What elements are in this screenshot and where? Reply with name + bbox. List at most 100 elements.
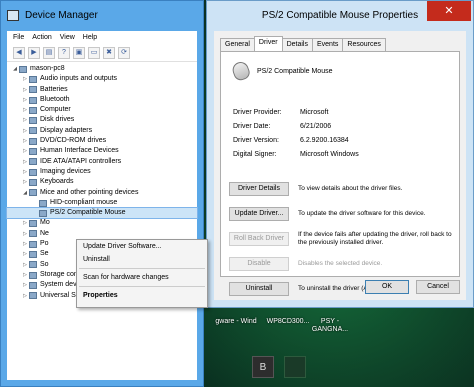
- tree-category[interactable]: ▷ DVD/CD-ROM drives: [7, 136, 197, 146]
- tree-label: mason-pc8: [30, 65, 65, 72]
- tree-category[interactable]: ▷ Mo: [7, 218, 197, 228]
- expand-arrow-icon[interactable]: ▷: [21, 85, 29, 95]
- menu-item-uninstall[interactable]: Uninstall: [77, 253, 207, 266]
- tree-category[interactable]: ▷ Audio inputs and outputs: [7, 74, 197, 84]
- expand-arrow-icon[interactable]: ▷: [21, 270, 29, 280]
- tree-category[interactable]: ▷ IDE ATA/ATAPI controllers: [7, 157, 197, 167]
- expand-arrow-icon[interactable]: ▷: [21, 126, 29, 136]
- menu-help[interactable]: Help: [83, 31, 97, 44]
- update-driver-icon[interactable]: ▣: [73, 47, 85, 59]
- expand-arrow-icon[interactable]: ▷: [21, 167, 29, 177]
- update-driver-button[interactable]: Update Driver...: [229, 206, 289, 221]
- expand-arrow-icon[interactable]: ▷: [21, 146, 29, 156]
- expand-arrow-icon[interactable]: ▷: [21, 260, 29, 270]
- expand-arrow-icon[interactable]: ▷: [21, 280, 29, 290]
- info-key: Driver Date:: [233, 123, 271, 130]
- expand-arrow-icon[interactable]: ▷: [21, 177, 29, 187]
- cancel-button[interactable]: Cancel: [416, 280, 460, 294]
- expand-arrow-icon[interactable]: ▷: [21, 105, 29, 115]
- expand-arrow-icon[interactable]: ▷: [21, 291, 29, 301]
- desktop-icon-label: WP8CD300...: [266, 318, 310, 325]
- desktop-icon[interactable]: WP8CD300...: [266, 318, 310, 326]
- uninstall-button[interactable]: Uninstall: [229, 281, 289, 296]
- device-category-icon: [29, 137, 37, 145]
- tree-category[interactable]: ▷ Bluetooth: [7, 95, 197, 105]
- tab-events[interactable]: Events: [311, 38, 344, 51]
- menu-action[interactable]: Action: [32, 31, 51, 44]
- expand-arrow-icon[interactable]: ▷: [21, 157, 29, 167]
- collapse-arrow-icon[interactable]: ◢: [21, 188, 29, 198]
- monitor-icon[interactable]: ▭: [88, 47, 100, 59]
- uninstall-icon[interactable]: ✖: [103, 47, 115, 59]
- tree-device[interactable]: PS/2 Compatible Mouse: [6, 207, 198, 220]
- back-arrow-icon[interactable]: ◀: [13, 47, 25, 59]
- expand-arrow-icon[interactable]: ▷: [21, 95, 29, 105]
- taskbar-tile-blank[interactable]: [284, 356, 306, 378]
- taskbar-tile[interactable]: B: [252, 356, 274, 378]
- tree-category[interactable]: ▷ Keyboards: [7, 177, 197, 187]
- tab-driver[interactable]: Driver: [253, 36, 283, 51]
- ok-button[interactable]: OK: [365, 280, 409, 294]
- menu-bar: File Action View Help: [7, 31, 197, 44]
- tab-general[interactable]: General: [220, 38, 255, 51]
- expand-arrow-icon[interactable]: ▷: [21, 115, 29, 125]
- desktop-icon[interactable]: gware - Wind: [214, 318, 258, 326]
- info-value: Microsoft: [300, 109, 329, 116]
- expand-arrow-icon[interactable]: ▷: [21, 136, 29, 146]
- properties-titlebar[interactable]: PS/2 Compatible Mouse Properties ✕: [207, 1, 473, 31]
- menu-item-properties[interactable]: Properties: [77, 289, 207, 302]
- tree-category[interactable]: ◢ Mice and other pointing devices: [7, 188, 197, 198]
- menu-item-scan[interactable]: Scan for hardware changes: [77, 271, 207, 284]
- expand-arrow-icon[interactable]: ▷: [21, 74, 29, 84]
- device-category-icon: [29, 261, 37, 269]
- device-category-icon: [29, 178, 37, 186]
- expand-arrow-icon[interactable]: ▷: [21, 229, 29, 239]
- tree-category[interactable]: ▷ Ne: [7, 229, 197, 239]
- properties-icon[interactable]: ▤: [43, 47, 55, 59]
- menu-file[interactable]: File: [13, 31, 24, 44]
- dialog-footer: OK Cancel: [365, 280, 460, 294]
- desktop-icon-label: gware - Wind: [215, 318, 257, 325]
- tab-resources[interactable]: Resources: [342, 38, 386, 51]
- expand-arrow-icon[interactable]: ▷: [21, 218, 29, 228]
- device-category-icon: [29, 292, 37, 300]
- tree-root[interactable]: ◢ mason-pc8: [7, 64, 197, 74]
- tree-category[interactable]: ▷ Batteries: [7, 85, 197, 95]
- tree-label: Mo: [40, 219, 50, 227]
- tree-category[interactable]: ▷ Display adapters: [7, 126, 197, 136]
- device-category-icon: [29, 281, 37, 289]
- close-button[interactable]: ✕: [427, 1, 471, 21]
- device-manager-client: File Action View Help ◀ ▶ ▤ ? ▣ ▭ ✖ ⟳ ◢ m…: [6, 31, 198, 380]
- tree-category[interactable]: ▷ Imaging devices: [7, 167, 197, 177]
- tree-category[interactable]: ▷ Computer: [7, 105, 197, 115]
- tree-label: Imaging devices: [40, 167, 91, 175]
- expand-arrow-icon[interactable]: ▷: [21, 249, 29, 259]
- device-category-icon: [39, 199, 47, 207]
- menu-view[interactable]: View: [60, 31, 75, 44]
- tree-category[interactable]: ▷ Human Interface Devices: [7, 146, 197, 156]
- menu-item-update-driver[interactable]: Update Driver Software...: [77, 240, 207, 253]
- tree-label: So: [40, 260, 49, 268]
- expand-arrow-icon[interactable]: ▷: [21, 239, 29, 249]
- tree-label: Mice and other pointing devices: [40, 188, 139, 196]
- action-description: If the device fails after updating the d…: [298, 230, 452, 246]
- desktop-icon[interactable]: PSY - GANGNA...: [308, 318, 352, 334]
- window-title: Device Manager: [25, 10, 98, 21]
- driver-details-button[interactable]: Driver Details: [229, 181, 289, 196]
- driver-action-row: Roll Back Driver If the device fails aft…: [229, 226, 458, 251]
- device-category-icon: [29, 250, 37, 258]
- scan-icon[interactable]: ⟳: [118, 47, 130, 59]
- tab-details[interactable]: Details: [281, 38, 313, 51]
- device-category-icon: [29, 240, 37, 248]
- roll-back-driver-button[interactable]: Roll Back Driver: [229, 231, 289, 246]
- help-icon[interactable]: ?: [58, 47, 70, 59]
- collapse-arrow-icon[interactable]: ◢: [11, 64, 19, 74]
- forward-arrow-icon[interactable]: ▶: [28, 47, 40, 59]
- disable-button[interactable]: Disable: [229, 256, 289, 271]
- device-category-icon: [29, 189, 37, 197]
- tree-label: Se: [40, 250, 49, 258]
- device-manager-titlebar[interactable]: Device Manager: [1, 1, 203, 31]
- tree-category[interactable]: ▷ Disk drives: [7, 115, 197, 125]
- tree-device[interactable]: HID-compliant mouse: [7, 198, 197, 208]
- tree-label: HID-compliant mouse: [50, 198, 118, 206]
